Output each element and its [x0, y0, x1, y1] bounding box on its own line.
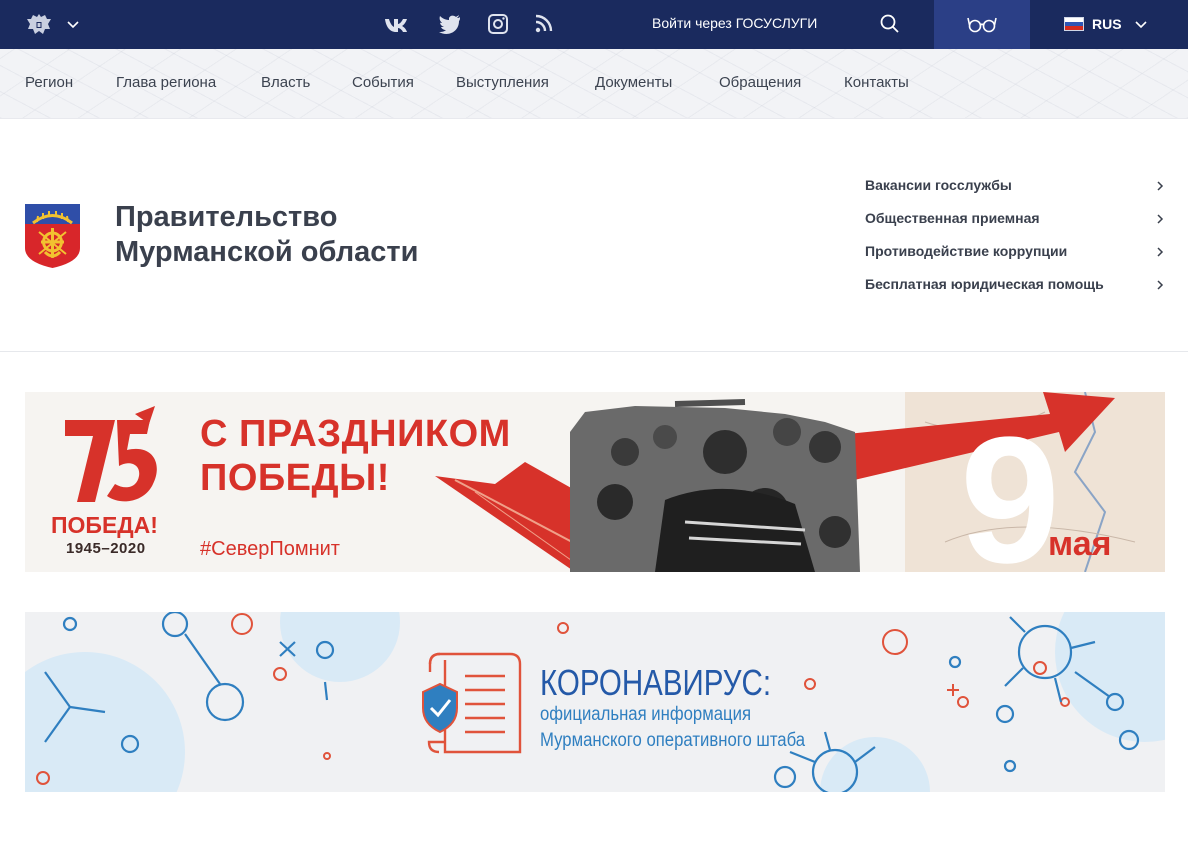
- victory-month: мая: [1048, 525, 1112, 563]
- chevron-down-icon: [1135, 21, 1147, 29]
- victory-banner-artwork: 9: [65, 392, 1165, 572]
- nav-item-authority[interactable]: Власть: [261, 74, 310, 91]
- coronavirus-subtitle-line2: Мурманского оперативного штаба: [540, 730, 806, 751]
- page-title[interactable]: Правительство Мурманской области: [115, 200, 418, 270]
- vk-icon[interactable]: [384, 13, 408, 35]
- chevron-right-icon: [1157, 280, 1164, 290]
- language-label: RUS: [1092, 16, 1122, 32]
- coronavirus-subtitle-line1: официальная информация: [540, 704, 752, 725]
- nav-item-contacts[interactable]: Контакты: [844, 74, 909, 91]
- murmansk-coat-of-arms-icon[interactable]: [25, 204, 80, 268]
- top-bar: Войти через ГОСУСЛУГИ RUS: [0, 0, 1188, 49]
- victory-headline: С ПРАЗДНИКОМ ПОБЕДЫ!: [200, 412, 511, 500]
- russia-emblem-icon[interactable]: [24, 10, 54, 40]
- page-title-line2: Мурманской области: [115, 236, 419, 268]
- rss-icon[interactable]: [533, 13, 557, 35]
- victory-headline-line2: ПОБЕДЫ!: [200, 457, 390, 499]
- quick-link-anti-corruption[interactable]: Противодействие коррупции: [865, 243, 1067, 259]
- quick-link-civil-service-vacancies[interactable]: Вакансии госслужбы: [865, 177, 1012, 193]
- svg-text:9: 9: [960, 400, 1060, 572]
- page-title-line1: Правительство: [115, 201, 338, 233]
- nav-item-speeches[interactable]: Выступления: [456, 74, 549, 91]
- nav-item-events[interactable]: События: [352, 74, 414, 91]
- low-vision-button[interactable]: [934, 0, 1030, 49]
- main-navigation: Регион Глава региона Власть События Выст…: [0, 49, 1188, 119]
- chevron-right-icon: [1157, 181, 1164, 191]
- gosuslugi-login-link[interactable]: Войти через ГОСУСЛУГИ: [652, 15, 817, 31]
- section-divider: [0, 351, 1188, 352]
- chevron-right-icon: [1157, 214, 1164, 224]
- victory-day-banner[interactable]: 9 С ПРАЗДНИКОМ ПОБЕДЫ! ПОБЕДА! 1945–2020…: [25, 392, 1165, 572]
- coronavirus-banner[interactable]: КОРОНАВИРУС: официальная информация Мурм…: [25, 612, 1165, 792]
- nav-item-governor[interactable]: Глава региона: [116, 74, 216, 91]
- nav-item-documents[interactable]: Документы: [595, 74, 672, 91]
- victory-headline-line1: С ПРАЗДНИКОМ: [200, 413, 511, 455]
- russia-flag-icon: [1064, 17, 1084, 31]
- instagram-icon[interactable]: [486, 13, 510, 35]
- search-icon[interactable]: [878, 12, 902, 36]
- victory-hashtag: #СеверПомнит: [200, 538, 340, 560]
- chevron-right-icon: [1157, 247, 1164, 257]
- nav-item-region[interactable]: Регион: [25, 74, 73, 91]
- victory-logo-word: ПОБЕДА!: [51, 512, 158, 538]
- twitter-icon[interactable]: [438, 13, 462, 35]
- quick-link-free-legal-aid[interactable]: Бесплатная юридическая помощь: [865, 276, 1104, 292]
- coronavirus-title: КОРОНАВИРУС:: [540, 662, 772, 703]
- chevron-down-icon[interactable]: [66, 18, 80, 32]
- nav-item-appeals[interactable]: Обращения: [719, 74, 801, 91]
- glasses-icon: [967, 17, 997, 33]
- quick-link-public-reception[interactable]: Общественная приемная: [865, 210, 1040, 226]
- victory-years: 1945–2020: [66, 540, 146, 557]
